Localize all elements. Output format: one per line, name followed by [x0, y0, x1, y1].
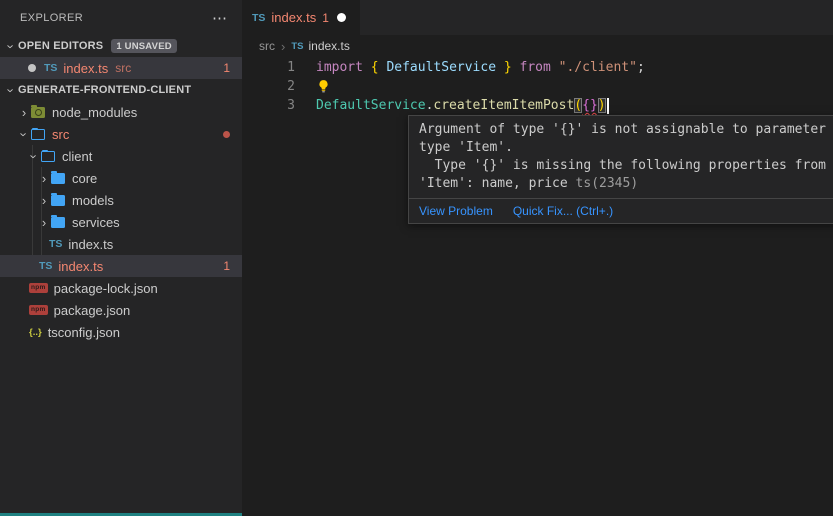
tree-item-package-lock[interactable]: npm package-lock.json [0, 277, 242, 299]
explorer-title: EXPLORER [20, 12, 83, 24]
code-line-2: 2 [242, 77, 833, 96]
error-message-line: type 'Item'. [419, 139, 833, 157]
tree-item-label: models [72, 193, 114, 208]
breadcrumb-folder[interactable]: src [259, 39, 275, 53]
project-name-label: GENERATE-FRONTEND-CLIENT [18, 84, 191, 96]
explorer-header: EXPLORER ⋯ [0, 0, 242, 35]
folder-icon [51, 195, 65, 206]
explorer-sidebar: EXPLORER ⋯ › OPEN EDITORS 1 UNSAVED TS i… [0, 0, 242, 516]
open-editor-description: src [115, 61, 131, 75]
line-number: 2 [242, 79, 295, 94]
code-tokens: DefaultService.createItemItemPost({}) [316, 98, 606, 113]
open-folder-icon [31, 129, 45, 140]
tree-item-label: index.ts [58, 259, 103, 274]
tab-bar: TS index.ts 1 [242, 0, 833, 35]
chevron-right-icon[interactable]: › [37, 194, 51, 207]
breadcrumb: src › TS index.ts [242, 35, 833, 57]
tree-item-package-json[interactable]: npm package.json [0, 299, 242, 321]
text-cursor [607, 98, 609, 114]
tree-item-label: core [72, 171, 97, 186]
tab-label: index.ts [271, 10, 316, 25]
error-message: Argument of type '{}' is not assignable … [409, 116, 833, 198]
tree-item-label: package.json [54, 303, 131, 318]
tree-item-label: services [72, 215, 120, 230]
tab-indexts[interactable]: TS index.ts 1 [242, 0, 360, 35]
typescript-file-icon: TS [49, 238, 62, 250]
tree-item-node-modules[interactable]: › node_modules [0, 101, 242, 123]
editor-area: TS index.ts 1 src › TS index.ts 1 import… [242, 0, 833, 516]
code-content: import { DefaultService } from "./client… [316, 60, 645, 75]
tree-item-src-indexts[interactable]: TS index.ts 1 [0, 255, 242, 277]
typescript-file-icon: TS [44, 62, 57, 74]
npm-file-icon: npm [29, 283, 48, 294]
tree-item-label: node_modules [52, 105, 137, 120]
tree-item-tsconfig[interactable]: {..} tsconfig.json [0, 321, 242, 343]
chevron-right-icon[interactable]: › [37, 172, 51, 185]
chevron-right-icon[interactable]: › [17, 106, 31, 119]
chevron-down-icon[interactable]: › [5, 83, 18, 97]
more-actions-icon[interactable]: ⋯ [212, 9, 228, 27]
error-dot-badge [223, 131, 230, 138]
tab-error-badge: 1 [322, 11, 329, 25]
tree-item-client[interactable]: › client [0, 145, 242, 167]
code-content [316, 79, 331, 94]
chevron-down-icon[interactable]: › [28, 149, 41, 163]
line-number: 1 [242, 60, 295, 75]
unsaved-badge: 1 UNSAVED [111, 39, 176, 53]
error-message-line: Argument of type '{}' is not assignable … [419, 121, 833, 139]
tree-item-client-indexts[interactable]: TS index.ts [0, 233, 242, 255]
code-editor[interactable]: 1 import { DefaultService } from "./clie… [242, 57, 833, 115]
tree-item-label: package-lock.json [54, 281, 158, 296]
npm-file-icon: npm [29, 305, 48, 316]
open-folder-icon [41, 151, 55, 162]
error-hover-widget: Argument of type '{}' is not assignable … [408, 115, 833, 224]
error-message-line: Type '{}' is missing the following prope… [419, 157, 833, 175]
code-line-3: 3 DefaultService.createItemItemPost({}) [242, 96, 833, 115]
tree-item-label: client [62, 149, 92, 164]
error-message-line: 'Item': name, price ts(2345) [419, 175, 833, 193]
breadcrumb-separator-icon: › [281, 39, 285, 54]
unsaved-dot-icon[interactable] [337, 13, 346, 22]
error-count-badge: 1 [223, 259, 230, 273]
code-line-1: 1 import { DefaultService } from "./clie… [242, 58, 833, 77]
tree-item-core[interactable]: › core [0, 167, 242, 189]
project-section-header[interactable]: › GENERATE-FRONTEND-CLIENT [0, 79, 242, 101]
code-content: DefaultService.createItemItemPost({}) [316, 98, 609, 114]
open-editors-label: OPEN EDITORS [18, 40, 103, 52]
lightbulb-icon[interactable] [316, 79, 331, 94]
folder-icon [51, 217, 65, 228]
open-editor-item-indexts[interactable]: TS index.ts src 1 [0, 57, 242, 79]
error-code: ts(2345) [576, 176, 639, 191]
modified-dot-icon[interactable] [28, 64, 36, 72]
tree-item-models[interactable]: › models [0, 189, 242, 211]
tree-item-src[interactable]: › src [0, 123, 242, 145]
open-editor-filename: index.ts [63, 61, 108, 76]
tree-item-label: index.ts [68, 237, 113, 252]
hover-actions: View Problem Quick Fix... (Ctrl+.) [409, 199, 833, 223]
error-message-text: 'Item': name, price [419, 176, 576, 191]
tree-item-label: tsconfig.json [48, 325, 120, 340]
chevron-down-icon[interactable]: › [5, 39, 18, 53]
typescript-file-icon: TS [252, 12, 265, 24]
typescript-file-icon: TS [39, 260, 52, 272]
json-file-icon: {..} [29, 327, 42, 338]
chevron-right-icon[interactable]: › [37, 216, 51, 229]
chevron-down-icon[interactable]: › [18, 127, 31, 141]
node-modules-folder-icon [31, 107, 45, 118]
folder-icon [51, 173, 65, 184]
open-editors-section-header[interactable]: › OPEN EDITORS 1 UNSAVED [0, 35, 242, 57]
breadcrumb-file[interactable]: index.ts [308, 39, 349, 53]
tree-item-label: src [52, 127, 69, 142]
line-number: 3 [242, 98, 295, 113]
typescript-file-icon: TS [291, 41, 303, 52]
vscode-window: EXPLORER ⋯ › OPEN EDITORS 1 UNSAVED TS i… [0, 0, 833, 516]
quick-fix-link[interactable]: Quick Fix... (Ctrl+.) [513, 204, 613, 218]
error-count-badge: 1 [223, 61, 230, 75]
tree-item-services[interactable]: › services [0, 211, 242, 233]
view-problem-link[interactable]: View Problem [419, 204, 493, 218]
